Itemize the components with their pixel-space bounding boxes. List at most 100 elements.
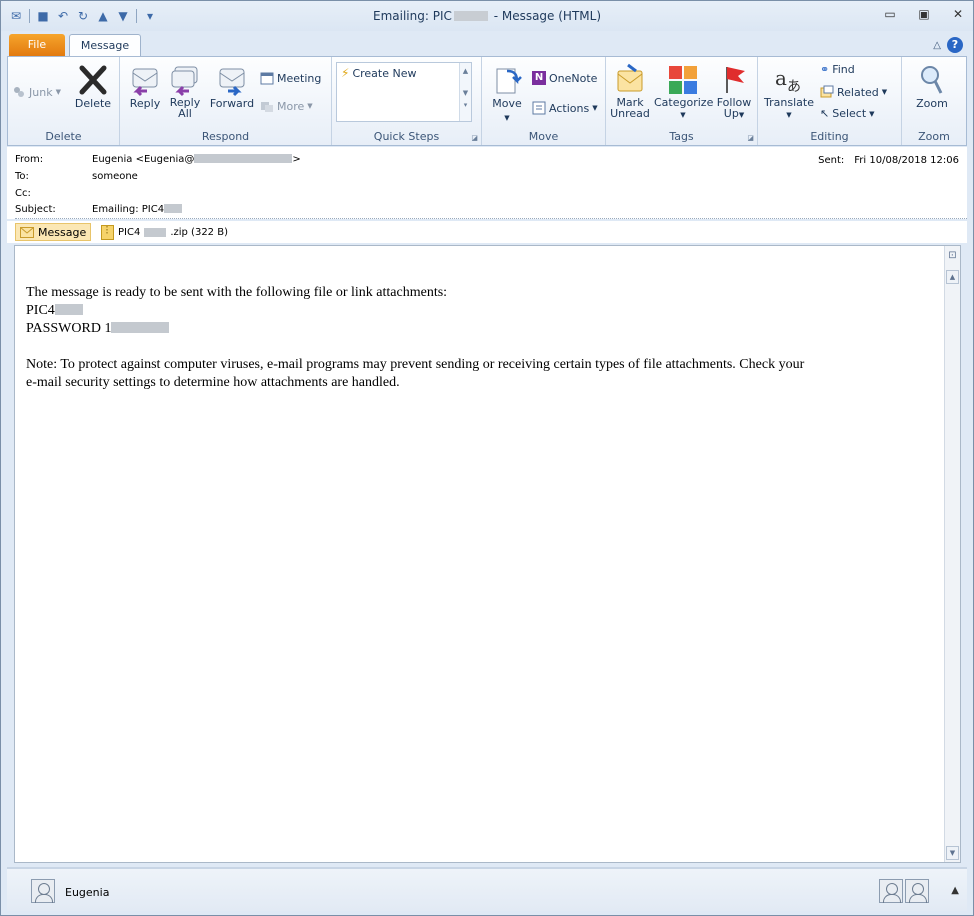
to-row: To: someone <box>15 171 138 182</box>
chevron-down-icon: ▼ <box>55 88 61 96</box>
translate-button[interactable]: aあ Translate ▼ <box>764 63 814 121</box>
chevron-down-icon: ▼ <box>881 88 888 96</box>
quick-steps-scrollbar[interactable]: ▲ ▼ ▾ <box>459 63 471 121</box>
expand-gallery-icon[interactable]: ▾ <box>460 101 471 109</box>
mark-unread-icon <box>617 63 643 92</box>
reply-all-button[interactable]: Reply All <box>166 63 204 119</box>
group-label-quick-steps: Quick Steps <box>373 130 440 143</box>
delete-button[interactable]: Delete <box>70 63 116 110</box>
scroll-down-icon[interactable]: ▼ <box>946 846 959 860</box>
actions-button[interactable]: Actions ▼ <box>532 101 598 115</box>
chevron-down-icon: ▼ <box>786 111 792 119</box>
body-spacer <box>26 338 926 356</box>
tab-message[interactable]: Message <box>69 34 141 57</box>
actions-label: Actions <box>549 101 590 115</box>
sender-name[interactable]: Eugenia <box>65 886 109 899</box>
reply-icon <box>132 68 158 97</box>
outlook-message-window: ✉ ■ ↶ ↻ ▲ ▼ ▾ Emailing: PIC - Message (H… <box>0 0 974 916</box>
translate-icon: aあ <box>775 66 801 95</box>
dialog-launcher-icon[interactable]: ◪ <box>471 134 478 142</box>
tab-file[interactable]: File <box>9 34 65 56</box>
translate-label: Translate <box>764 96 814 109</box>
zip-attachment[interactable]: PIC4 .zip (322 B) <box>101 225 228 240</box>
mark-unread-button[interactable]: Mark Unread <box>608 63 652 119</box>
scroll-up-icon[interactable]: ▲ <box>946 270 959 284</box>
lightning-icon: ⚡ <box>341 66 350 80</box>
flag-icon <box>726 67 745 93</box>
create-new-quick-step[interactable]: ⚡ Create New <box>341 66 416 80</box>
quick-steps-gallery[interactable]: ⚡ Create New ▲ ▼ ▾ <box>336 62 472 122</box>
group-label-editing: Editing <box>810 130 849 143</box>
from-label: From: <box>15 154 44 165</box>
junk-button[interactable]: Junk ▼ <box>12 85 61 99</box>
forward-button[interactable]: Forward <box>208 63 256 110</box>
restore-icon[interactable]: ▣ <box>917 7 931 21</box>
ribbon-right-controls: △ ? <box>933 37 963 53</box>
group-label-delete: Delete <box>45 130 82 143</box>
minimize-icon[interactable]: ▭ <box>883 7 897 21</box>
follow-up-button[interactable]: Follow Up▼ <box>714 63 754 121</box>
zoom-button[interactable]: Zoom <box>910 63 954 110</box>
avatar[interactable] <box>879 879 903 903</box>
reply-label: Reply <box>129 97 161 110</box>
scroll-down-icon[interactable]: ▼ <box>460 89 471 97</box>
scroll-up-icon[interactable]: ▲ <box>460 67 471 75</box>
message-attachment-tab[interactable]: Message <box>15 223 92 241</box>
close-icon[interactable]: ✕ <box>951 7 965 21</box>
select-button[interactable]: ↖ Select ▼ <box>820 107 875 120</box>
onenote-button[interactable]: N OneNote <box>532 71 597 85</box>
move-button[interactable]: Move ▼ <box>488 63 526 123</box>
categorize-label: Categorize <box>654 96 714 109</box>
more-label: More <box>277 99 305 113</box>
meeting-button[interactable]: Meeting <box>260 71 321 85</box>
move-icon <box>496 68 522 94</box>
from-value[interactable]: Eugenia <Eugenia@ <box>92 154 194 165</box>
create-new-label: Create New <box>352 66 417 80</box>
body-scrollbar[interactable]: ⊡ ▲ ▼ <box>944 246 960 862</box>
header-divider <box>15 218 967 219</box>
related-button[interactable]: Related ▼ <box>820 85 887 99</box>
junk-label: Junk <box>29 85 53 99</box>
group-editing: aあ Translate ▼ ⚭ Find Related ▼ ↖ Select ▼ … <box>758 57 902 145</box>
categorize-button[interactable]: Categorize ▼ <box>654 63 714 121</box>
title-bar: ✉ ■ ↶ ↻ ▲ ▼ ▾ Emailing: PIC - Message (H… <box>1 1 973 31</box>
sent-row: Sent: Fri 10/08/2018 12:06 <box>818 155 959 166</box>
magnifier-icon <box>921 66 943 94</box>
group-tags: Mark Unread Categorize ▼ Follow Up▼ Tags … <box>606 57 758 145</box>
message-body[interactable]: The message is ready to be sent with the… <box>14 245 961 863</box>
to-value[interactable]: someone <box>92 171 138 182</box>
chevron-up-icon[interactable]: ▲ <box>951 885 959 896</box>
message-body-text: The message is ready to be sent with the… <box>26 284 926 392</box>
avatar[interactable] <box>905 879 929 903</box>
help-icon[interactable]: ? <box>947 37 963 53</box>
categorize-icon <box>669 66 697 94</box>
svg-text:a: a <box>775 66 787 90</box>
reply-button[interactable]: Reply <box>126 63 164 110</box>
attachment-bar: Message PIC4 .zip (322 B) <box>7 221 967 243</box>
chevron-down-icon: ▼ <box>738 111 745 119</box>
body-line-password: PASSWORD 1 <box>26 320 926 338</box>
attachment-size: .zip (322 B) <box>170 227 228 238</box>
ribbon-tabs: File Message <box>9 34 141 57</box>
window-title: Emailing: PIC - Message (HTML) <box>1 9 973 23</box>
related-label: Related <box>837 85 879 99</box>
zip-file-icon <box>101 225 114 240</box>
find-button[interactable]: ⚭ Find <box>820 63 855 76</box>
svg-text:あ: あ <box>787 79 801 95</box>
dialog-launcher-icon[interactable]: ◪ <box>747 134 754 142</box>
subject-value: Emailing: PIC4 <box>92 204 165 215</box>
minimize-ribbon-icon[interactable]: △ <box>933 40 941 51</box>
reading-options-icon[interactable]: ⊡ <box>946 250 959 264</box>
title-text-suffix: - Message (HTML) <box>489 9 601 23</box>
redacted-block <box>194 154 293 163</box>
cc-label: Cc: <box>15 188 31 199</box>
message-header: From: Eugenia <Eugenia@ > To: someone Cc: S… <box>7 147 967 219</box>
body-note-line: Note: To protect against computer viruse… <box>26 357 805 372</box>
group-delete: Junk ▼ Delete Delete <box>8 57 120 145</box>
more-button[interactable]: More ▼ <box>260 99 313 113</box>
binoculars-icon: ⚭ <box>820 63 830 76</box>
delete-icon <box>79 65 107 95</box>
follow-up-label-2: Up <box>723 107 739 120</box>
avatar[interactable] <box>31 879 55 903</box>
ribbon: Junk ▼ Delete Delete Reply Reply All Forw… <box>7 56 967 146</box>
